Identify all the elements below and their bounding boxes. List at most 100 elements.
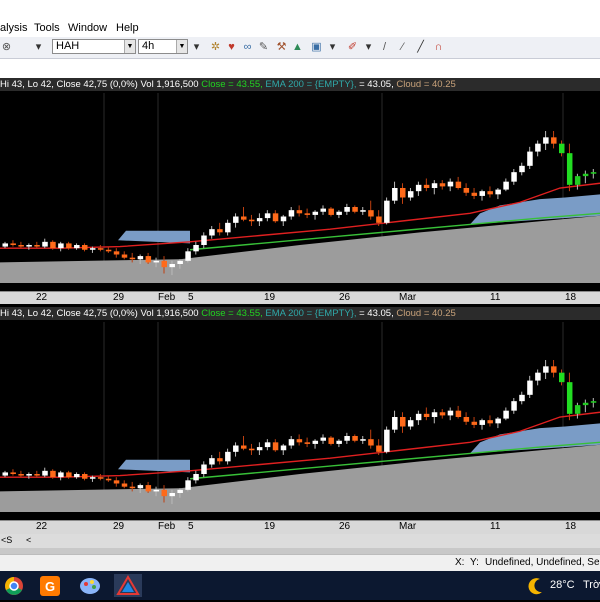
candle-body xyxy=(89,248,96,250)
symbol-input[interactable]: HAH ▼ xyxy=(52,39,136,54)
date-label: Mar xyxy=(399,521,417,532)
candle-body xyxy=(535,372,541,381)
candle-body xyxy=(328,208,334,215)
candle-body xyxy=(392,417,398,430)
candle-body xyxy=(225,222,231,233)
menu-window[interactable]: Window xyxy=(68,22,107,34)
status-y: Y: xyxy=(470,557,479,568)
dropdown-icon[interactable]: ▾ xyxy=(32,40,45,54)
candle-body xyxy=(288,439,295,446)
scroll-start-button[interactable]: <S xyxy=(1,535,12,545)
screen-icon[interactable]: ▣ xyxy=(310,40,323,54)
candle-body xyxy=(511,401,517,411)
candle-body xyxy=(320,437,326,441)
date-label: 5 xyxy=(188,292,194,303)
candle-body xyxy=(574,176,581,185)
candle-body xyxy=(34,245,40,247)
candle-body xyxy=(217,458,223,462)
status-text: Undefined, Undefined, Servi xyxy=(485,557,600,568)
date-label: 29 xyxy=(113,521,125,532)
candle-body xyxy=(447,410,454,416)
candle-body xyxy=(423,413,430,417)
candle-body xyxy=(113,480,120,484)
date-label: 22 xyxy=(36,521,48,532)
candle-body xyxy=(535,143,541,152)
hammer-icon[interactable]: ⚒ xyxy=(275,40,288,54)
date-label: Mar xyxy=(399,292,417,303)
candle-body xyxy=(153,260,160,263)
taskbar: G 28°C Trời xyxy=(0,571,600,600)
candle-body xyxy=(582,173,589,177)
candle-body xyxy=(439,183,446,187)
menu-analysis[interactable]: alysis xyxy=(0,22,28,34)
app-g-icon[interactable]: G xyxy=(36,574,64,597)
ray-tool-icon[interactable]: ⁄ xyxy=(396,40,409,54)
candle-body xyxy=(455,181,462,188)
candle-body xyxy=(272,213,279,222)
heart-icon[interactable]: ♥ xyxy=(225,40,238,54)
pencil-icon[interactable]: ✎ xyxy=(257,40,270,54)
scroll-left-button[interactable]: < xyxy=(26,535,31,545)
candle-body xyxy=(423,184,430,188)
weather-label: Trời xyxy=(583,579,600,591)
candle-body xyxy=(248,219,255,222)
candle-body xyxy=(590,401,597,403)
candle-body xyxy=(217,229,223,233)
glasses-icon[interactable]: ∞ xyxy=(241,40,254,54)
candle-body xyxy=(18,474,24,476)
candle-body xyxy=(169,264,175,268)
gear-tool-icon[interactable]: ✲ xyxy=(209,40,222,54)
candle-body xyxy=(487,191,493,195)
candle-body xyxy=(82,474,88,479)
nav-back-icon[interactable]: ⊗ xyxy=(0,40,13,54)
weather-temp: 28°C xyxy=(550,579,575,591)
dropdown-icon[interactable]: ▾ xyxy=(362,40,375,54)
color-pen-icon[interactable]: ✐ xyxy=(346,40,359,54)
candle-body xyxy=(209,458,215,465)
candle-body xyxy=(74,474,80,478)
menu-help[interactable]: Help xyxy=(116,22,139,34)
candle-body xyxy=(407,420,414,427)
candle-body xyxy=(256,218,263,222)
date-label: 29 xyxy=(113,292,125,303)
candle-body xyxy=(2,472,8,476)
candle-body xyxy=(50,470,56,478)
amibroker-icon[interactable] xyxy=(114,574,142,597)
chart-pane-top[interactable]: Hi 43, Lo 42, Close 42,75 (0,0%) Vol 1,9… xyxy=(0,78,600,304)
symbol-dropdown-icon[interactable]: ▼ xyxy=(124,40,135,53)
chrome-icon[interactable] xyxy=(0,574,28,597)
candle-body xyxy=(312,440,319,444)
candle-body xyxy=(89,477,96,479)
candle-body xyxy=(566,382,573,414)
candle-body xyxy=(463,417,470,422)
trend-tool-icon[interactable]: ╱ xyxy=(414,40,427,54)
line-tool-icon[interactable]: / xyxy=(378,40,391,54)
date-label: 18 xyxy=(565,292,577,303)
interval-dropdown-icon[interactable]: ▼ xyxy=(176,40,187,53)
candle-body xyxy=(392,188,398,201)
candle-body xyxy=(352,436,358,441)
candle-body xyxy=(304,442,311,444)
magnet-icon[interactable]: ∩ xyxy=(432,40,445,54)
candle-body xyxy=(376,445,382,452)
price-chart[interactable] xyxy=(0,78,600,304)
price-chart[interactable] xyxy=(0,307,600,534)
candle-body xyxy=(169,493,175,497)
paint-icon[interactable] xyxy=(76,574,104,597)
dropdown-icon[interactable]: ▾ xyxy=(190,40,203,54)
candle-body xyxy=(336,211,342,215)
candle-body xyxy=(503,181,509,190)
candle-body xyxy=(74,245,80,249)
candle-body xyxy=(559,143,565,154)
candle-body xyxy=(519,394,525,402)
interval-input[interactable]: 4h ▼ xyxy=(138,39,188,54)
candle-body xyxy=(543,366,549,373)
date-label: Feb xyxy=(158,521,176,532)
chart-tool-icon[interactable]: ▲ xyxy=(291,40,304,54)
dropdown-icon[interactable]: ▾ xyxy=(326,40,339,54)
candle-body xyxy=(296,439,303,443)
chart-pane-bottom[interactable]: Hi 43, Lo 42, Close 42,75 (0,0%) Vol 1,9… xyxy=(0,307,600,534)
candle-body xyxy=(559,372,565,383)
candle-body xyxy=(368,439,374,446)
menu-tools[interactable]: Tools xyxy=(34,22,60,34)
